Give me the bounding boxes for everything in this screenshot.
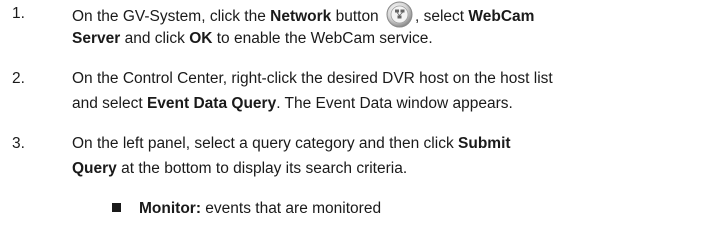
ui-term-webcam: WebCam xyxy=(468,8,535,25)
ui-term-server: Server xyxy=(72,30,121,47)
bullet-text: events that are monitored xyxy=(200,200,382,217)
text-run: and click xyxy=(120,30,190,47)
ui-term-submit: Submit xyxy=(458,135,511,152)
step-line: On the left panel, select a query catego… xyxy=(72,131,712,156)
ui-term-query: Query xyxy=(72,160,117,177)
text-run: to enable the WebCam service. xyxy=(212,30,433,47)
bullet-item-monitor: Monitor: events that are monitored xyxy=(112,196,381,221)
bullet-label: Monitor: xyxy=(139,200,201,217)
step-line: Server and click OK to enable the WebCam… xyxy=(72,26,712,51)
text-run: On the GV-System, click the xyxy=(72,8,271,25)
step-text: On the GV-System, click the Network butt… xyxy=(72,1,712,51)
network-button-icon xyxy=(386,1,413,28)
ui-term-event-data-query: Event Data Query xyxy=(146,95,277,112)
text-run: , select xyxy=(415,8,469,25)
ui-term-ok: OK xyxy=(189,30,213,47)
step-line: and select Event Data Query. The Event D… xyxy=(72,91,712,116)
text-run: at the bottom to display its search crit… xyxy=(116,160,408,177)
step-number: 3. xyxy=(12,135,25,152)
step-line: On the GV-System, click the Network butt… xyxy=(72,1,712,28)
step-line: Query at the bottom to display its searc… xyxy=(72,156,712,181)
step-text: On the Control Center, right-click the d… xyxy=(72,66,712,116)
text-run: . The Event Data window appears. xyxy=(276,95,513,112)
text-run: button xyxy=(331,8,383,25)
step-text: On the left panel, select a query catego… xyxy=(72,131,712,181)
text-run: and select xyxy=(72,95,147,112)
step-number: 2. xyxy=(12,70,25,87)
ui-term-network: Network xyxy=(270,8,332,25)
step-line: On the Control Center, right-click the d… xyxy=(72,66,712,91)
document-page: 1. On the GV-System, click the Network b… xyxy=(0,0,720,243)
step-number: 1. xyxy=(12,5,25,22)
text-run: On the Control Center, right-click the d… xyxy=(72,70,553,87)
text-run: On the left panel, select a query catego… xyxy=(72,135,459,152)
square-bullet-icon xyxy=(112,203,121,212)
